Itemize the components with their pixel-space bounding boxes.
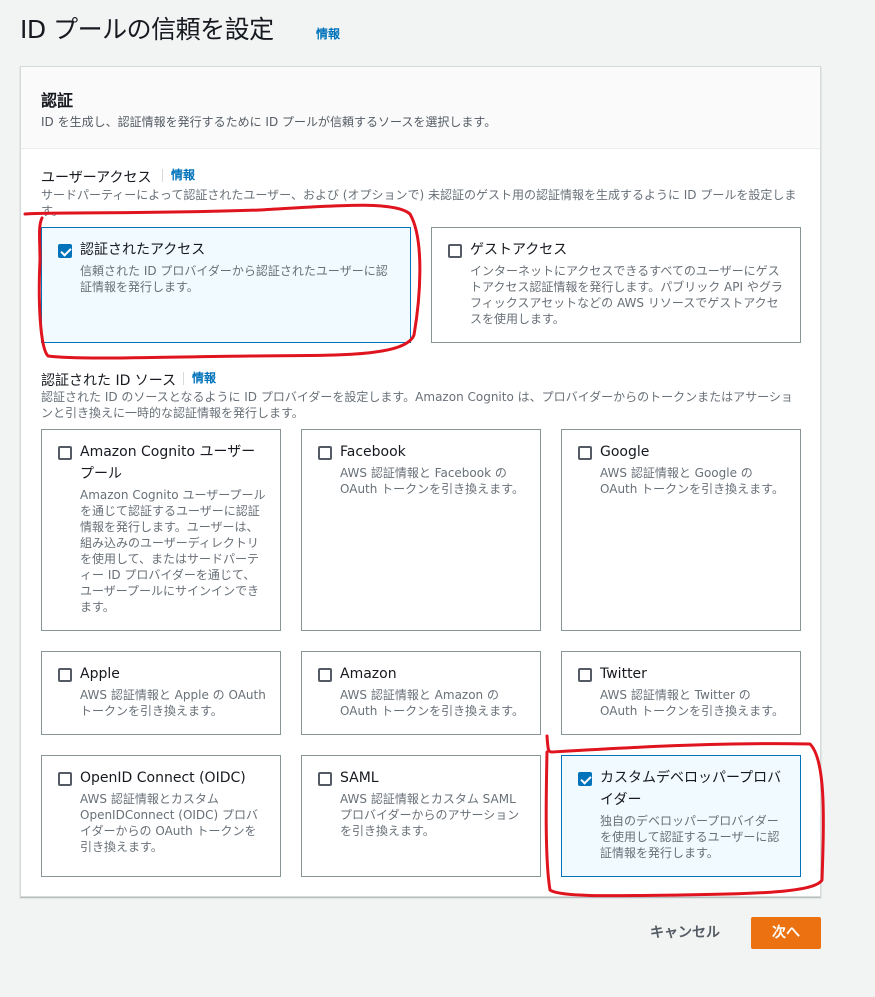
google-checkbox[interactable] xyxy=(578,446,592,460)
tile-description: AWS 認証情報と Twitter の OAuth トークンを引き換えます。 xyxy=(600,688,784,718)
tile-twitter[interactable]: Twitter AWS 認証情報と Twitter の OAuth トークンを引… xyxy=(561,651,801,735)
tile-label: ゲストアクセス xyxy=(470,242,568,258)
tile-description: Amazon Cognito ユーザープールを通じて認証するユーザーに認証情報を… xyxy=(80,488,266,614)
amazon-checkbox[interactable] xyxy=(318,668,332,682)
guest-access-checkbox[interactable] xyxy=(448,244,462,258)
tile-description: インターネットにアクセスできるすべてのユーザーにゲストアクセス認証情報を発行しま… xyxy=(470,264,783,326)
apple-checkbox[interactable] xyxy=(58,668,72,682)
tile-apple[interactable]: Apple AWS 認証情報と Apple の OAuth トークンを引き換えま… xyxy=(41,651,281,735)
next-button[interactable]: 次へ xyxy=(751,917,821,949)
user-access-description: サードパーティーによって認証されたユーザー、および (オプションで) 未認証のゲ… xyxy=(41,188,797,218)
tile-description: AWS 認証情報と Apple の OAuth トークンを引き換えます。 xyxy=(80,688,266,718)
section-description: ID を生成し、認証情報を発行するために ID プールが信頼するソースを選択しま… xyxy=(41,115,497,129)
tile-description: AWS 認証情報とカスタム SAML プロバイダーからのアサーションを引き換えま… xyxy=(340,792,520,838)
tile-custom-developer-provider[interactable]: カスタムデベロッパープロバイダー 独自のデベロッパープロバイダーを使用して認証す… xyxy=(561,755,801,877)
tile-oidc[interactable]: OpenID Connect (OIDC) AWS 認証情報とカスタム Open… xyxy=(41,755,281,877)
facebook-checkbox[interactable] xyxy=(318,446,332,460)
tile-description: 信頼された ID プロバイダーから認証されたユーザーに認証情報を発行します。 xyxy=(80,264,388,294)
tile-label: SAML xyxy=(340,770,379,786)
tile-description: AWS 認証情報と Google の OAuth トークンを引き換えます。 xyxy=(600,466,784,496)
tile-label: Amazon xyxy=(340,666,397,682)
user-access-info-link[interactable]: 情報 xyxy=(162,169,195,182)
id-sources-label: 認証された ID ソース xyxy=(41,373,177,389)
authenticated-access-checkbox[interactable] xyxy=(58,244,72,258)
page-info-link[interactable]: 情報 xyxy=(316,25,340,42)
authentication-panel: 認証 ID を生成し、認証情報を発行するために ID プールが信頼するソースを選… xyxy=(20,66,821,897)
id-sources-description: 認証された ID のソースとなるように ID プロバイダーを設定します。Amaz… xyxy=(41,390,793,420)
tile-label: OpenID Connect (OIDC) xyxy=(80,770,246,786)
tile-saml[interactable]: SAML AWS 認証情報とカスタム SAML プロバイダーからのアサーションを… xyxy=(301,755,541,877)
tile-label: Google xyxy=(600,444,650,460)
section-title: 認証 xyxy=(41,91,74,110)
panel-header: 認証 ID を生成し、認証情報を発行するために ID プールが信頼するソースを選… xyxy=(21,67,820,149)
tile-label: Apple xyxy=(80,666,120,682)
tile-label: Twitter xyxy=(600,666,647,682)
custom-developer-provider-checkbox[interactable] xyxy=(578,772,592,786)
tile-description: AWS 認証情報と Amazon の OAuth トークンを引き換えます。 xyxy=(340,688,524,718)
tile-cognito-user-pool[interactable]: Amazon Cognito ユーザープール Amazon Cognito ユー… xyxy=(41,429,281,631)
tile-facebook[interactable]: Facebook AWS 認証情報と Facebook の OAuth トークン… xyxy=(301,429,541,631)
id-sources-info-link[interactable]: 情報 xyxy=(183,372,216,385)
tile-authenticated-access[interactable]: 認証されたアクセス 信頼された ID プロバイダーから認証されたユーザーに認証情… xyxy=(41,227,411,343)
user-access-label: ユーザーアクセス xyxy=(41,170,152,186)
tile-guest-access[interactable]: ゲストアクセス インターネットにアクセスできるすべてのユーザーにゲストアクセス認… xyxy=(431,227,801,343)
tile-description: 独自のデベロッパープロバイダーを使用して認証するユーザーに認証情報を発行します。 xyxy=(600,814,780,860)
tile-description: AWS 認証情報と Facebook の OAuth トークンを引き換えます。 xyxy=(340,466,524,496)
tile-amazon[interactable]: Amazon AWS 認証情報と Amazon の OAuth トークンを引き換… xyxy=(301,651,541,735)
oidc-checkbox[interactable] xyxy=(58,772,72,786)
tile-label: Amazon Cognito ユーザープール xyxy=(80,444,256,482)
tile-label: 認証されたアクセス xyxy=(80,242,206,258)
twitter-checkbox[interactable] xyxy=(578,668,592,682)
tile-label: Facebook xyxy=(340,444,406,460)
cancel-button[interactable]: キャンセル xyxy=(634,917,736,949)
tile-google[interactable]: Google AWS 認証情報と Google の OAuth トークンを引き換… xyxy=(561,429,801,631)
page-title: ID プールの信頼を設定 xyxy=(20,15,274,44)
tile-description: AWS 認証情報とカスタム OpenIDConnect (OIDC) プロバイダ… xyxy=(80,792,259,854)
cognito-user-pool-checkbox[interactable] xyxy=(58,446,72,460)
saml-checkbox[interactable] xyxy=(318,772,332,786)
tile-label: カスタムデベロッパープロバイダー xyxy=(600,770,782,808)
